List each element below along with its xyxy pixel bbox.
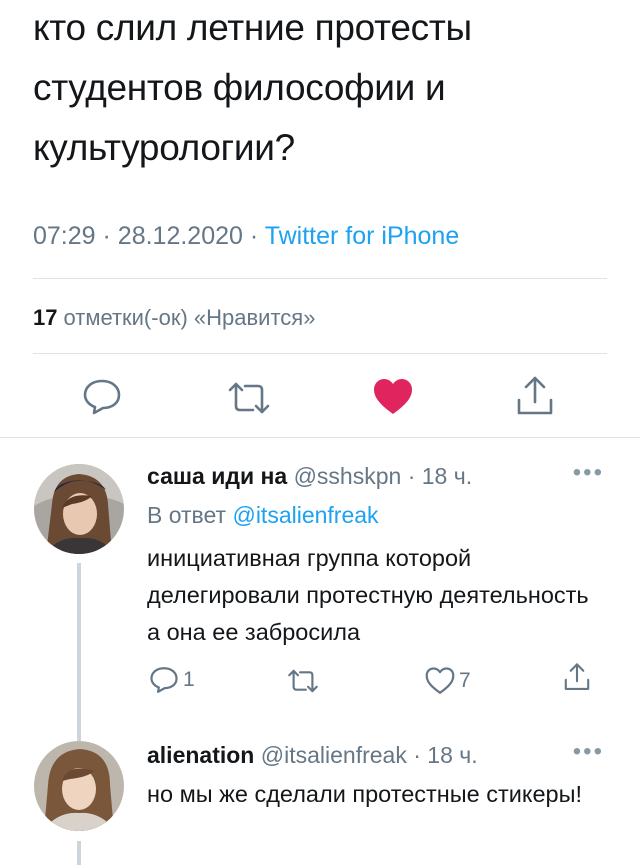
reply-header: alienation @itsalienfreak · 18 ч. — [147, 742, 478, 769]
display-name[interactable]: alienation — [147, 742, 254, 768]
reply-button[interactable]: 1 — [149, 666, 195, 694]
reply-to-link[interactable]: @itsalienfreak — [232, 502, 378, 528]
tweet-source-link[interactable]: Twitter for iPhone — [265, 222, 460, 250]
handle[interactable]: @itsalienfreak — [261, 742, 407, 768]
tweet-time: 07:29 — [33, 222, 96, 250]
more-icon[interactable]: ••• — [573, 738, 604, 766]
meta-separator: · — [102, 222, 111, 250]
more-icon[interactable]: ••• — [573, 459, 604, 487]
reply-context: В ответ @itsalienfreak — [147, 502, 379, 529]
handle[interactable]: @sshskpn — [294, 463, 402, 489]
heart-icon — [374, 379, 412, 414]
retweet-icon — [288, 669, 318, 693]
reply-text: но мы же сделали протестные стикеры! — [147, 781, 583, 807]
share-button[interactable] — [563, 662, 591, 692]
reply-tweet[interactable]: alienation @itsalienfreak · 18 ч. ••• но… — [0, 738, 640, 865]
display-name[interactable]: саша иди на — [147, 463, 287, 489]
reply-icon — [83, 379, 121, 415]
tweet-meta: 07:29 · 28.12.2020 · Twitter for iPhone — [33, 222, 459, 251]
thread-connector — [77, 841, 81, 865]
reply-header: саша иди на @sshskpn · 18 ч. — [147, 463, 472, 490]
like-button[interactable] — [373, 378, 413, 416]
meta-separator: · — [407, 463, 416, 489]
divider — [33, 278, 607, 279]
share-icon — [564, 663, 590, 690]
likes-label: отметки(-ок) «Нравится» — [63, 305, 316, 330]
tweet-text: кто слил летние протесты студентов филос… — [33, 7, 472, 168]
retweet-button[interactable] — [286, 668, 320, 694]
tweet-age[interactable]: 18 ч. — [422, 463, 472, 489]
like-count: 7 — [459, 669, 471, 692]
heart-outline-icon — [425, 667, 455, 694]
retweet-icon — [228, 382, 270, 414]
likes-summary[interactable]: 17 отметки(-ок) «Нравится» — [33, 305, 315, 331]
retweet-button[interactable] — [226, 380, 272, 416]
reply-icon — [150, 667, 178, 693]
meta-separator: · — [413, 742, 421, 768]
thread-connector — [77, 563, 81, 741]
reply-text: инициативная группа которой делегировали… — [147, 545, 589, 645]
avatar[interactable] — [34, 741, 124, 831]
divider — [33, 353, 607, 354]
like-button[interactable]: 7 — [425, 667, 471, 695]
tweet-age[interactable]: 18 ч. — [427, 742, 477, 768]
reply-tweet[interactable]: саша иди на @sshskpn · 18 ч. ••• В ответ… — [0, 437, 640, 741]
reply-prefix: В ответ — [147, 502, 227, 528]
meta-separator: · — [249, 222, 259, 250]
share-icon — [517, 376, 553, 415]
avatar[interactable] — [34, 464, 124, 554]
reply-count: 1 — [183, 668, 195, 691]
likes-count: 17 — [33, 305, 58, 330]
reply-button[interactable] — [82, 378, 122, 416]
tweet-date: 28.12.2020 — [117, 222, 243, 250]
share-button[interactable] — [515, 375, 555, 417]
